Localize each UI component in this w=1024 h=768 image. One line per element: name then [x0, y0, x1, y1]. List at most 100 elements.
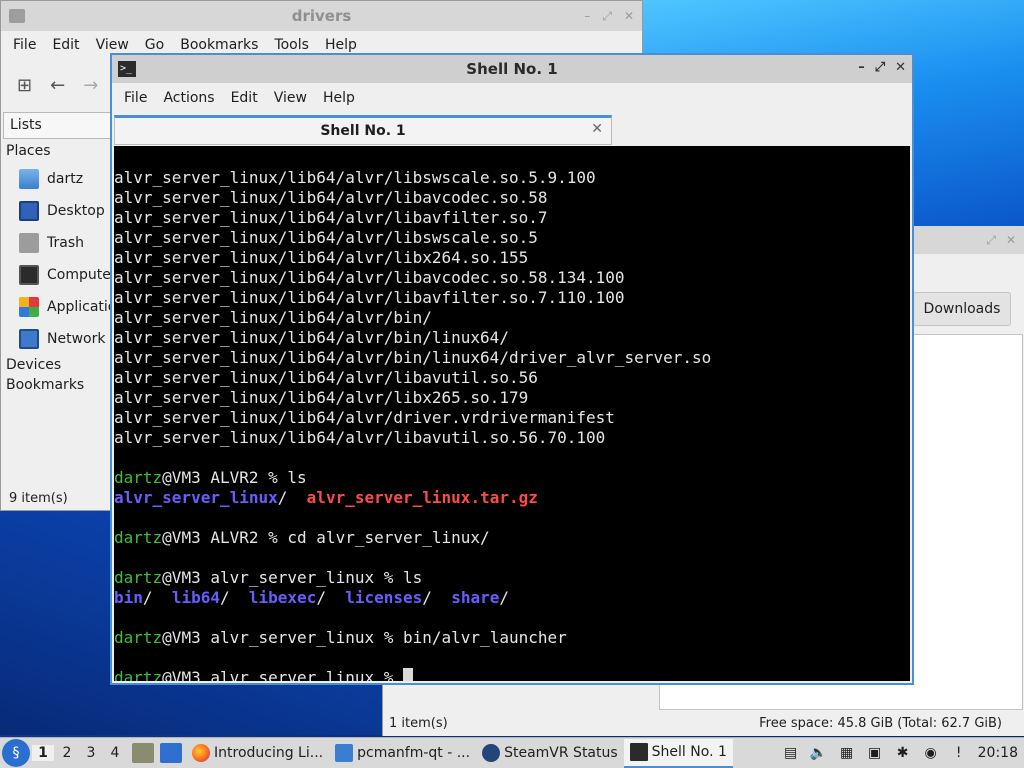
output-line: alvr_server_linux/lib64/alvr/libavfilter… [114, 288, 625, 307]
terminal-window[interactable]: >_ Shell No. 1 – ⤢ ✕ File Actions Edit V… [110, 53, 914, 685]
places-header[interactable]: Places [3, 139, 111, 163]
terminal-tab[interactable]: Shell No. 1 ✕ [114, 115, 612, 145]
maximize-icon[interactable]: ⤢ [986, 233, 996, 248]
back-arrow-icon[interactable]: ← [50, 75, 65, 96]
terminal-icon [629, 743, 648, 761]
menu-edit[interactable]: Edit [223, 90, 266, 106]
side-pane-mode-select[interactable]: Lists [3, 112, 111, 139]
output-line: alvr_server_linux/lib64/alvr/libavutil.s… [114, 428, 606, 447]
task-firefox[interactable]: Introducing Li... [186, 739, 329, 768]
file-manager-launcher-icon[interactable] [132, 743, 154, 763]
prompt-line: dartz@VM3 alvr_server_linux % ls [114, 568, 910, 588]
close-icon[interactable]: ✕ [895, 60, 906, 75]
place-label: Computer [47, 267, 111, 283]
tab-close-icon[interactable]: ✕ [591, 121, 603, 137]
task-label: SteamVR Status [504, 745, 618, 761]
steamvr-icon [482, 744, 501, 762]
terminal-tabbar: Shell No. 1 ✕ [112, 113, 912, 145]
output-line: alvr_server_linux/lib64/alvr/libswscale.… [114, 168, 596, 187]
menu-help[interactable]: Help [317, 37, 365, 53]
desktop-switch-1[interactable]: 1 [32, 745, 54, 761]
fm-window-controls: – ⤢ ✕ [584, 9, 634, 24]
place-computer[interactable]: Computer [3, 259, 111, 291]
prompt-line: dartz@VM3 alvr_server_linux % bin/alvr_l… [114, 628, 910, 648]
place-applications[interactable]: Applications [3, 291, 111, 323]
menu-go[interactable]: Go [137, 37, 172, 53]
minimize-icon[interactable]: – [858, 60, 865, 75]
output-line: alvr_server_linux/lib64/alvr/libx264.so.… [114, 248, 529, 267]
minimize-icon[interactable]: – [584, 9, 590, 24]
clipboard-icon[interactable]: ▤ [782, 744, 800, 762]
fm-side-pane: Lists Places dartz Desktop Trash Compute… [3, 112, 111, 484]
output-line: alvr_server_linux/lib64/alvr/libx265.so.… [114, 388, 529, 407]
forward-arrow-icon[interactable]: → [83, 75, 98, 96]
maximize-icon[interactable]: ⤢ [875, 60, 885, 75]
terminal-menubar: File Actions Edit View Help [112, 83, 912, 113]
close-icon[interactable]: ✕ [624, 9, 634, 24]
start-menu-icon[interactable]: § [2, 739, 30, 767]
place-dartz[interactable]: dartz [3, 163, 111, 195]
dir-entry: alvr_server_linux [114, 488, 278, 507]
desktop-switch-4[interactable]: 4 [104, 745, 126, 761]
devices-header[interactable]: Devices [3, 355, 111, 377]
prompt-command: @VM3 alvr_server_linux % bin/alvr_launch… [162, 628, 567, 647]
menu-file[interactable]: File [5, 37, 44, 53]
dir-entry: lib64 [171, 588, 220, 607]
task-terminal[interactable]: Shell No. 1 [623, 738, 733, 768]
menu-help[interactable]: Help [315, 90, 363, 106]
desktop-icon [19, 201, 39, 221]
dir-suffix: / [277, 488, 307, 507]
bookmarks-header[interactable]: Bookmarks [3, 377, 111, 397]
prompt-user: dartz [114, 568, 163, 587]
folder-icon [335, 744, 354, 762]
terminal-output[interactable]: alvr_server_linux/lib64/alvr/libswscale.… [114, 146, 910, 681]
notes-icon[interactable]: ▦ [838, 744, 856, 762]
terminal-window-controls: – ⤢ ✕ [858, 60, 906, 75]
downloads-label: Downloads [923, 301, 1001, 317]
place-label: Trash [47, 235, 84, 251]
desktop-switch-3[interactable]: 3 [80, 745, 102, 761]
network-status-icon[interactable]: ▣ [866, 744, 884, 762]
menu-tools[interactable]: Tools [266, 37, 317, 53]
task-label: Introducing Li... [214, 745, 324, 761]
place-trash[interactable]: Trash [3, 227, 111, 259]
close-icon[interactable]: ✕ [1006, 233, 1016, 248]
maximize-icon[interactable]: ⤢ [602, 9, 612, 24]
output-line: alvr_server_linux/lib64/alvr/bin/linux64… [114, 348, 712, 367]
output-line: alvr_server_linux/lib64/alvr/libavcodec.… [114, 188, 548, 207]
downloads-button[interactable]: Downloads [913, 292, 1011, 326]
fm2-window-controls: ⤢ ✕ [986, 233, 1016, 248]
dir-entry: licenses [345, 588, 423, 607]
menu-file[interactable]: File [116, 90, 155, 106]
fm-titlebar[interactable]: drivers – ⤢ ✕ [1, 1, 642, 31]
menu-bookmarks[interactable]: Bookmarks [172, 37, 266, 53]
terminal-titlebar[interactable]: >_ Shell No. 1 – ⤢ ✕ [112, 55, 912, 83]
taskbar: § 1 2 3 4 Introducing Li... pcmanfm-qt -… [0, 737, 1024, 768]
new-window-icon[interactable]: ⊞ [17, 75, 32, 96]
desktop-switch-2[interactable]: 2 [56, 745, 78, 761]
prompt-user: dartz [114, 528, 163, 547]
task-pcmanfm[interactable]: pcmanfm-qt - ... [329, 739, 476, 768]
firefox-icon [192, 744, 210, 762]
menu-actions[interactable]: Actions [155, 90, 222, 106]
clock[interactable]: 20:18 [978, 745, 1018, 761]
place-network[interactable]: Network [3, 323, 111, 355]
update-alert-icon[interactable]: ! [950, 744, 968, 762]
show-desktop-icon[interactable] [160, 743, 182, 763]
menu-view[interactable]: View [266, 90, 315, 106]
trash-icon [19, 233, 39, 253]
volume-icon[interactable]: 🔈 [810, 744, 828, 762]
prompt-command: @VM3 ALVR2 % ls [162, 468, 307, 487]
menu-view[interactable]: View [88, 37, 137, 53]
steam-icon[interactable]: ◉ [922, 744, 940, 762]
bluetooth-icon[interactable]: ✱ [894, 744, 912, 762]
place-desktop[interactable]: Desktop [3, 195, 111, 227]
menu-edit[interactable]: Edit [44, 37, 87, 53]
dir-entry: libexec [248, 588, 317, 607]
home-folder-icon [19, 169, 39, 189]
task-label: Shell No. 1 [651, 744, 727, 760]
task-steamvr[interactable]: SteamVR Status [476, 739, 624, 768]
